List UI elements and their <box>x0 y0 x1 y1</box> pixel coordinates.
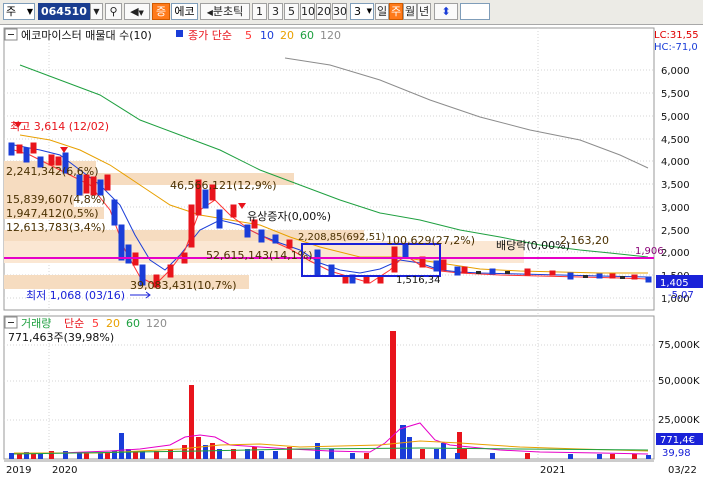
price-tick: 3,500 <box>661 180 690 191</box>
annotation-high: 최고 3,614 (12/02) <box>10 120 109 133</box>
price-tick: 4,000 <box>661 157 690 168</box>
price-tick: 2,000 <box>661 248 690 259</box>
annotation-ratio: 100,629(27,2%) <box>386 234 475 247</box>
chevron-down-icon: ▼ <box>93 7 100 16</box>
ma-legend-20: 20 <box>280 29 294 42</box>
period-label: 30 <box>333 5 347 18</box>
hline-value-label: 1,906 <box>635 246 664 257</box>
annotation-box-low: 1,516,34 <box>396 275 441 286</box>
updown-arrow-icon: ⬍ <box>441 5 451 18</box>
year-button[interactable]: 년 <box>417 3 431 20</box>
month-label: 월 <box>404 5 416 18</box>
day-button[interactable]: 일 <box>375 3 389 20</box>
annotation-box-value: 2,208,85(692,51) <box>298 232 385 243</box>
period-custom-value: 3 <box>354 5 361 18</box>
chevron-down-icon: ▼ <box>138 9 144 17</box>
search-button[interactable]: ⚲ <box>105 3 122 20</box>
ma-legend-10: 10 <box>260 29 274 42</box>
chevron-down-icon: ▼ <box>26 7 33 16</box>
price-tick: 4,500 <box>661 135 690 146</box>
extra-input[interactable] <box>460 3 490 20</box>
volume-ma-label: 단순 <box>64 317 84 330</box>
period-custom-select[interactable]: 3 ▼ <box>350 3 374 20</box>
ma-legend-60: 60 <box>300 29 314 42</box>
period-button-3[interactable]: 3 <box>268 3 283 20</box>
volume-profile-label: 15,839,607(4,8%) <box>6 193 106 206</box>
search-icon: ⚲ <box>109 5 118 18</box>
lc-label: LC:31,55 <box>654 30 699 41</box>
volume-ma-60: 60 <box>126 317 140 330</box>
period-button-10[interactable]: 10 <box>300 3 315 20</box>
x-axis-label: 03/22 <box>668 465 697 476</box>
period-label: 1 <box>256 5 263 18</box>
annotation-right-value: 2,163,20 <box>560 234 609 247</box>
period-label: 3 <box>272 5 279 18</box>
tick-type-label: 분초틱 <box>212 5 244 18</box>
stock-name-field[interactable]: 에코 <box>171 3 198 20</box>
volume-ma-5: 5 <box>92 317 99 330</box>
week-button[interactable]: 주 <box>389 3 403 20</box>
x-axis-label: 2020 <box>52 465 77 476</box>
scroll-updown-button[interactable]: ⬍ <box>434 3 458 20</box>
price-tick: 5,000 <box>661 112 690 123</box>
current-volume-ratio: 39,98 <box>662 448 691 459</box>
period-label: 20 <box>317 5 331 18</box>
speaker-icon: ◀ <box>130 5 139 18</box>
price-tick: 6,000 <box>661 66 690 77</box>
volume-profile-label: 1,947,412(0,5%) <box>6 207 99 220</box>
ma-legend-5: 5 <box>245 29 252 42</box>
period-label: 5 <box>288 5 295 18</box>
mode-badge-text: 증 <box>155 5 167 18</box>
x-axis-label: 2019 <box>6 465 31 476</box>
tick-type-button[interactable]: ◀분초틱 <box>200 3 250 20</box>
price-tick: 2,500 <box>661 226 690 237</box>
volume-profile-label: 2,241,342(6,6%) <box>6 165 99 178</box>
period-label: 10 <box>301 5 315 18</box>
current-price-text: 1,405 <box>660 278 689 289</box>
market-select-value: 주 <box>6 5 17 18</box>
volume-panel-title: 거래량 <box>21 317 51 330</box>
year-label: 년 <box>418 5 430 18</box>
current-change-text: -5,07 <box>668 290 694 301</box>
day-label: 일 <box>376 5 388 18</box>
annotation-ex-dividend: 배당락(0,00%) <box>496 239 570 252</box>
month-button[interactable]: 월 <box>403 3 417 20</box>
period-button-20[interactable]: 20 <box>316 3 331 20</box>
stock-name-text: 에코 <box>174 5 195 18</box>
chevron-down-icon: ▼ <box>366 7 372 15</box>
hc-label: HC:-71,0 <box>654 42 698 53</box>
ma-legend-label: 종가 단순 <box>188 29 232 42</box>
annotation-low: 최저 1,068 (03/16) <box>26 289 125 302</box>
period-button-5[interactable]: 5 <box>284 3 299 20</box>
week-label: 주 <box>390 5 402 18</box>
price-tick: 5,500 <box>661 89 690 100</box>
volume-tick: 75,000K <box>658 340 700 351</box>
stock-chart[interactable]: 6,000 5,500 5,000 4,500 4,000 3,500 3,00… <box>0 25 703 480</box>
stock-code-value: 064510 <box>41 5 87 18</box>
volume-tick: 50,000K <box>658 376 700 387</box>
chart-toolbar: 주 ▼ 064510 ▼ ⚲ ◀▼ 증 에코 ◀분초틱 1 3 5 10 20 … <box>0 0 703 25</box>
volume-profile-label: 12,613,783(3,4%) <box>6 221 106 234</box>
price-panel-title: 에코마이스터 매물대 수(10) <box>21 29 152 42</box>
annotation-rights-offering: 유상증자(0,00%) <box>247 210 331 223</box>
volume-tick: 25,000K <box>658 415 700 426</box>
sound-button[interactable]: ◀▼ <box>124 3 150 20</box>
volume-profile-label: 39,083,431(10,7%) <box>130 279 237 292</box>
volume-profile-label: 52,615,143(14,1%) <box>206 249 313 262</box>
x-axis-label: 2021 <box>540 465 565 476</box>
market-select[interactable]: 주 ▼ <box>3 3 35 20</box>
ma-legend-120: 120 <box>320 29 341 42</box>
price-tick: 3,000 <box>661 203 690 214</box>
volume-ma-120: 120 <box>146 317 167 330</box>
volume-ma-20: 20 <box>106 317 120 330</box>
volume-profile-label: 46,566,121(12,9%) <box>170 179 277 192</box>
period-button-30[interactable]: 30 <box>332 3 347 20</box>
mode-badge[interactable]: 증 <box>152 3 170 20</box>
code-dropdown-button[interactable]: ▼ <box>90 3 103 20</box>
current-volume-text: 771,4€ <box>660 435 695 446</box>
volume-current-text: 771,463주(39,98%) <box>8 331 114 344</box>
ma-legend-icon <box>176 30 183 37</box>
period-button-1[interactable]: 1 <box>252 3 267 20</box>
